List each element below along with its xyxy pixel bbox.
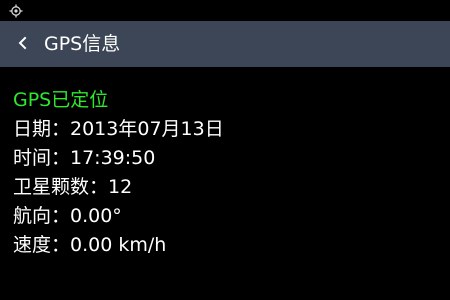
status-bar [0,0,450,20]
gps-date: 日期：2013年07月13日 [13,118,224,140]
gps-time: 时间：17:39:50 [13,147,156,169]
gps-speed: 速度：0.00 km/h [13,234,167,256]
gps-fix-status: GPS已定位 [13,89,109,111]
chevron-left-icon [17,35,29,54]
gps-heading: 航向：0.00° [13,205,122,227]
gps-locate-icon [9,3,23,18]
gps-info-panel: GPS已定位 日期：2013年07月13日 时间：17:39:50 卫星颗数：1… [13,86,443,260]
app-bar: GPS信息 [0,21,450,67]
back-button[interactable] [8,29,38,59]
gps-satellite-count: 卫星颗数：12 [13,176,133,198]
page-title: GPS信息 [44,33,121,55]
